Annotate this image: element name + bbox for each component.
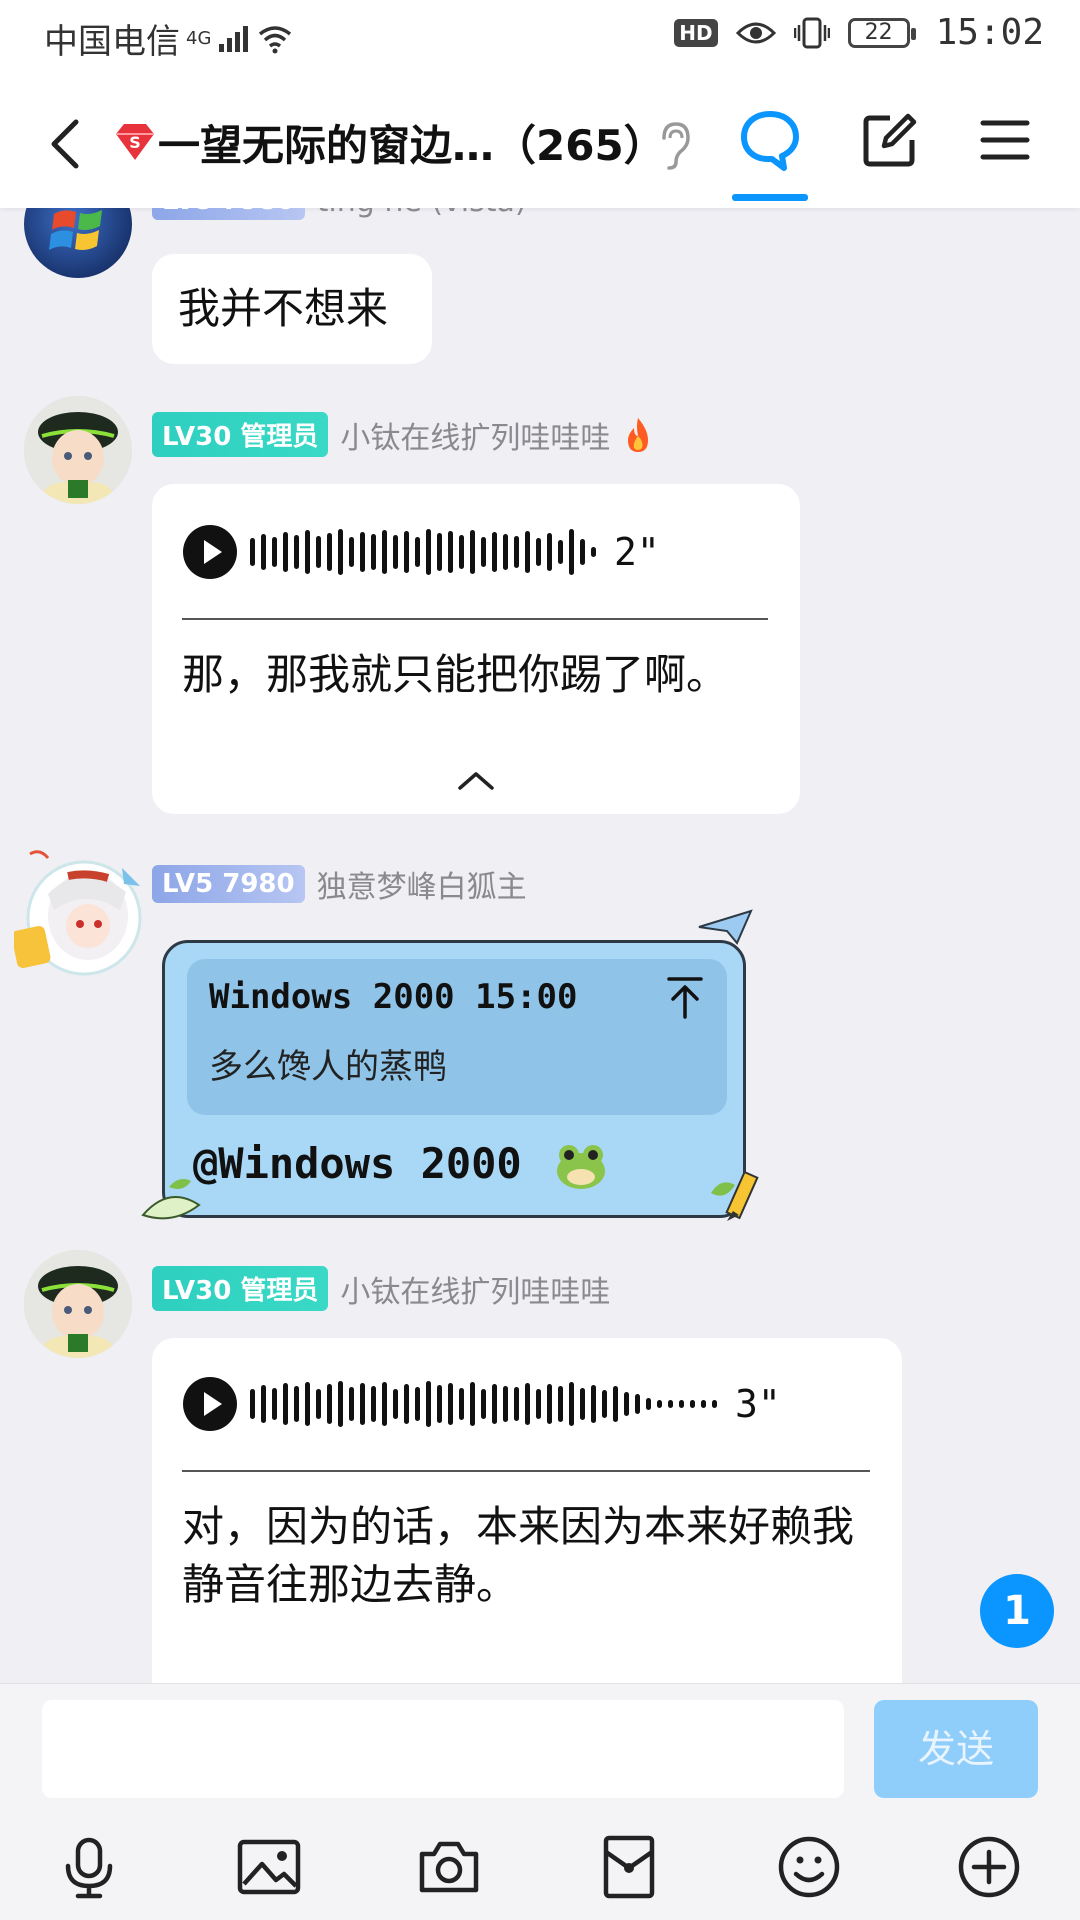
quote-header: Windows 2000 15:00 [209, 977, 578, 1017]
voice-player[interactable]: 2" [182, 524, 660, 580]
emoji-icon[interactable] [776, 1834, 842, 1900]
level-badge: LV5 7980 [152, 208, 305, 220]
send-button[interactable]: 发送 [874, 1700, 1038, 1798]
voice-waveform [250, 526, 596, 578]
hd-badge: HD [674, 18, 718, 47]
edit-icon[interactable] [862, 112, 918, 168]
voice-transcript: 对，因为的话，本来因为本来好赖我静音往那边去静。 [182, 1502, 855, 1609]
microphone-icon[interactable] [56, 1834, 122, 1900]
active-tab-indicator [732, 194, 808, 201]
signal-icon [219, 25, 249, 52]
jump-to-quote-icon[interactable] [665, 975, 705, 1019]
message-input[interactable] [42, 1700, 844, 1798]
sender-name[interactable]: 小钛在线扩列哇哇哇 [340, 413, 610, 457]
admin-badge: LV30 管理员 [152, 412, 329, 457]
sender-name[interactable]: 小钛在线扩列哇哇哇 [340, 1267, 610, 1311]
camera-icon[interactable] [416, 1834, 482, 1900]
cartoon-boy-avatar-icon [24, 396, 132, 504]
back-arrow-icon[interactable] [38, 114, 98, 174]
voice-duration: 3" [735, 1382, 781, 1426]
anime-girl-avatar-icon [11, 850, 142, 976]
admin-badge: LV30 管理员 [152, 1266, 329, 1311]
menu-icon[interactable] [980, 118, 1030, 162]
svg-text:S: S [129, 133, 141, 152]
windows-logo-icon [49, 210, 102, 250]
paper-plane-icon [698, 909, 753, 945]
fire-icon [628, 417, 649, 452]
chat-message-list[interactable]: LV5 7980 ting he (vista) 我并不想来 LV30 管理员 … [0, 208, 1080, 1683]
play-icon[interactable] [182, 1376, 238, 1432]
cartoon-boy-avatar-icon [24, 1250, 132, 1358]
message-text: 我并不想来 [178, 284, 389, 333]
avatar[interactable] [11, 848, 146, 980]
frog-sticker-icon [557, 1145, 605, 1189]
quote-text: 多么馋人的蒸鸭 [209, 1047, 447, 1087]
voice-transcript: 那，那我就只能把你踢了啊。 [182, 650, 729, 699]
voice-waveform [250, 1378, 717, 1430]
sender-info: LV30 管理员 小钛在线扩列哇哇哇 [152, 412, 654, 457]
plus-icon[interactable] [956, 1834, 1022, 1900]
styled-message-bubble[interactable]: Windows 2000 15:00 多么馋人的蒸鸭 @Windows 2000 [141, 909, 759, 1221]
sender-name[interactable]: 独意梦峰白狐主 [317, 862, 527, 906]
ear-icon[interactable] [656, 120, 692, 170]
title-bar: S 一望无际的窗边…（265） [0, 76, 1080, 208]
eye-icon [735, 22, 776, 43]
voice-message-bubble[interactable]: 2" 那，那我就只能把你踢了啊。 [152, 484, 800, 814]
divider [182, 618, 768, 620]
red-gem-icon: S [116, 124, 154, 160]
chat-bubble-icon[interactable] [738, 108, 802, 172]
play-icon[interactable] [182, 524, 238, 580]
battery-icon: 22 [847, 17, 916, 48]
input-bar: 发送 [0, 1683, 1080, 1920]
mention-text[interactable]: @Windows 2000 [193, 1139, 522, 1188]
sender-name[interactable]: ting he (vista) [317, 208, 527, 219]
voice-message-bubble[interactable]: 3" 对，因为的话，本来因为本来好赖我静音往那边去静。 [152, 1338, 902, 1683]
voice-duration: 2" [614, 530, 660, 574]
vibrate-icon [793, 17, 830, 48]
pencil-decoration-icon [711, 1170, 759, 1221]
clock: 15:02 [935, 12, 1044, 53]
reply-quote[interactable]: Windows 2000 15:00 多么馋人的蒸鸭 [187, 959, 727, 1115]
sender-info: LV5 7980 ting he (vista) [152, 208, 527, 220]
voice-player[interactable]: 3" [182, 1376, 781, 1432]
network-type: 4G [186, 28, 212, 49]
avatar[interactable] [24, 396, 132, 504]
chevron-up-icon[interactable] [456, 768, 496, 792]
divider [182, 1470, 870, 1472]
message-bubble[interactable]: 我并不想来 [152, 254, 432, 364]
sender-info: LV5 7980 独意梦峰白狐主 [152, 862, 527, 906]
avatar[interactable] [24, 1250, 132, 1358]
sender-info: LV30 管理员 小钛在线扩列哇哇哇 [152, 1266, 610, 1311]
level-badge: LV5 7980 [152, 865, 305, 903]
status-bar: 中国电信 4G HD 22 15:02 [0, 0, 1080, 76]
image-icon[interactable] [236, 1834, 302, 1900]
unread-count-badge[interactable]: 1 [980, 1574, 1054, 1648]
carrier-info: 中国电信 4G [44, 14, 293, 63]
wifi-icon [259, 25, 292, 53]
group-title[interactable]: 一望无际的窗边…（265） [158, 112, 666, 173]
leaf-decoration-icon [141, 1179, 201, 1220]
system-icons: HD 22 15:02 [674, 12, 1044, 53]
avatar[interactable] [24, 208, 132, 278]
red-packet-icon[interactable] [596, 1834, 662, 1900]
carrier-name: 中国电信 [44, 22, 180, 62]
